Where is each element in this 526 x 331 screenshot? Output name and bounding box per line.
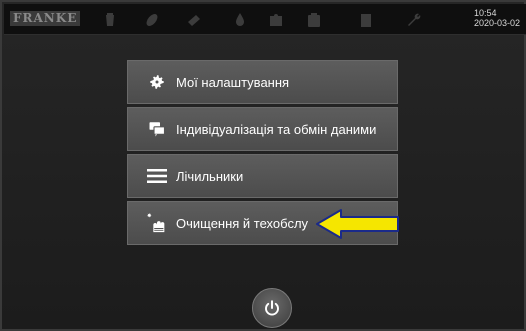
top-bar: FRANKE 10:54 2020-03-02 <box>4 4 526 35</box>
bean-hopper-icon[interactable] <box>102 12 118 28</box>
menu-item-label: Лічильники <box>176 168 244 184</box>
menu-item-my-settings[interactable]: Мої налаштування <box>127 60 398 104</box>
book-icon[interactable] <box>358 12 374 28</box>
menu-item-counters[interactable]: Лічильники <box>127 154 398 198</box>
clock: 10:54 2020-03-02 <box>474 8 520 28</box>
leaf-icon[interactable] <box>144 12 160 28</box>
water-drop-icon[interactable] <box>232 12 248 28</box>
service-tablet-icon[interactable] <box>306 12 322 28</box>
wrench-icon[interactable] <box>406 12 422 28</box>
power-icon <box>265 300 279 316</box>
date-text: 2020-03-02 <box>473 18 520 28</box>
grinder-icon[interactable] <box>186 12 202 28</box>
power-button[interactable] <box>252 288 292 328</box>
gear-icon <box>146 71 168 93</box>
puzzle-icon[interactable] <box>268 12 284 28</box>
time-text: 10:54 <box>473 8 497 18</box>
chat-bubbles-icon <box>146 118 168 140</box>
menu-item-label: Індивідуалізація та обмін даними <box>176 121 377 137</box>
menu-item-label: Мої налаштування <box>176 74 290 90</box>
menu-item-personalization[interactable]: Індивідуалізація та обмін даними <box>127 107 398 151</box>
pointer-arrow-icon <box>316 209 399 239</box>
screen-frame: FRANKE 10:54 2020-03-02 Мої налаштування… <box>0 0 526 331</box>
cleaning-hand-icon <box>146 212 168 234</box>
hamburger-icon <box>146 165 168 187</box>
brand-logo: FRANKE <box>10 11 81 26</box>
menu-item-label: Очищення й техобслу <box>176 215 309 231</box>
